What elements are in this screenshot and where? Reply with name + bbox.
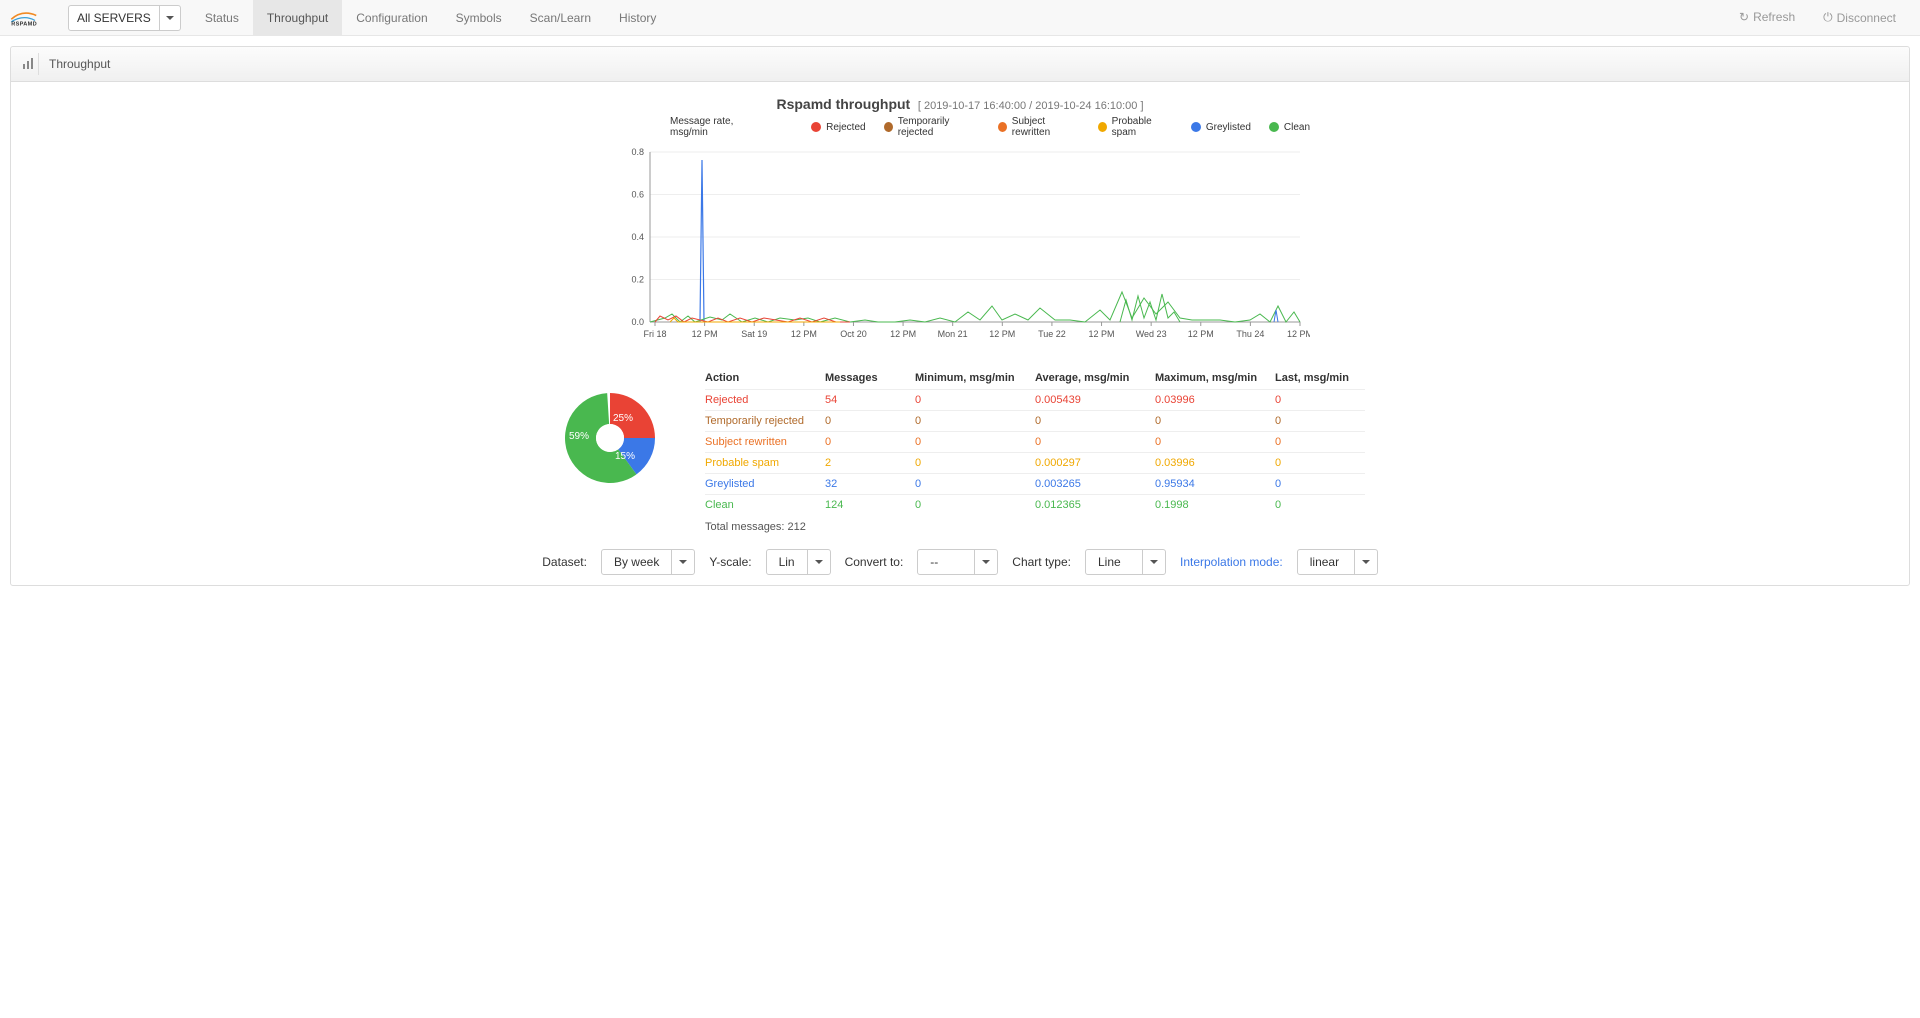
chevron-down-icon xyxy=(982,560,990,564)
table-header: Maximum, msg/min xyxy=(1155,367,1275,390)
refresh-label: Refresh xyxy=(1753,10,1795,24)
svg-text:12 PM: 12 PM xyxy=(1089,329,1115,339)
bar-chart-icon xyxy=(17,53,39,75)
chevron-down-icon xyxy=(1150,560,1158,564)
tab-status[interactable]: Status xyxy=(191,0,253,35)
svg-text:0.8: 0.8 xyxy=(631,147,644,157)
legend-item[interactable]: Greylisted xyxy=(1191,122,1251,133)
charttype-label: Chart type: xyxy=(1012,555,1071,569)
charttype-select[interactable]: Line xyxy=(1085,549,1166,575)
svg-text:0.6: 0.6 xyxy=(631,190,644,200)
chart-time-range: [ 2019-10-17 16:40:00 / 2019-10-24 16:10… xyxy=(918,100,1144,112)
chevron-down-icon xyxy=(815,560,823,564)
svg-text:Fri 18: Fri 18 xyxy=(643,329,666,339)
svg-text:12 PM: 12 PM xyxy=(890,329,916,339)
dataset-select[interactable]: By week xyxy=(601,549,695,575)
legend-item[interactable]: Temporarily rejected xyxy=(884,116,980,138)
throughput-line-chart: 0.0 0.2 0.4 0.6 0.8 Fri 18 12 PM Sat 19 12 PM Oc… xyxy=(610,142,1310,352)
convert-select[interactable]: -- xyxy=(917,549,998,575)
yscale-select[interactable]: Lin xyxy=(766,549,831,575)
pie-chart: 25% 15% 59% xyxy=(555,383,665,493)
yscale-label: Y-scale: xyxy=(709,555,751,569)
convert-label: Convert to: xyxy=(845,555,904,569)
chevron-down-icon xyxy=(166,16,174,20)
legend-dot-icon xyxy=(998,122,1007,132)
disconnect-button[interactable]: Disconnect xyxy=(1809,10,1910,25)
svg-text:12 PM: 12 PM xyxy=(692,329,718,339)
legend-dot-icon xyxy=(811,122,821,132)
svg-text:Sat 19: Sat 19 xyxy=(741,329,767,339)
panel-title: Throughput xyxy=(49,57,110,71)
svg-text:Tue 22: Tue 22 xyxy=(1038,329,1066,339)
app-logo: RSPAMD xyxy=(10,6,60,30)
svg-text:Mon 21: Mon 21 xyxy=(938,329,968,339)
svg-text:12 PM: 12 PM xyxy=(989,329,1015,339)
total-messages: Total messages: 212 xyxy=(705,515,1365,533)
table-row: Clean12400.0123650.19980 xyxy=(705,495,1365,516)
server-selector[interactable]: All SERVERS xyxy=(68,5,181,31)
panel-heading: Throughput xyxy=(11,47,1909,82)
legend-item[interactable]: Clean xyxy=(1269,122,1310,133)
table-row: Rejected5400.0054390.039960 xyxy=(705,390,1365,411)
table-header: Last, msg/min xyxy=(1275,367,1365,390)
pie-slice-label: 59% xyxy=(569,431,589,442)
svg-text:12 PM: 12 PM xyxy=(791,329,817,339)
disconnect-label: Disconnect xyxy=(1837,11,1896,25)
throughput-panel: Throughput Rspamd throughput [ 2019-10-1… xyxy=(10,46,1910,586)
table-row: Temporarily rejected00000 xyxy=(705,411,1365,432)
refresh-button[interactable]: Refresh xyxy=(1725,10,1809,24)
svg-text:Oct 20: Oct 20 xyxy=(840,329,867,339)
svg-text:Wed 23: Wed 23 xyxy=(1136,329,1167,339)
tab-scanlearn[interactable]: Scan/Learn xyxy=(516,0,605,35)
svg-text:0.0: 0.0 xyxy=(631,317,644,327)
legend-dot-icon xyxy=(1191,122,1201,132)
yaxis-label: Message rate, msg/min xyxy=(670,116,765,138)
tab-throughput[interactable]: Throughput xyxy=(253,0,342,35)
interpolation-label: Interpolation mode: xyxy=(1180,555,1283,569)
legend-item[interactable]: Subject rewritten xyxy=(998,116,1080,138)
svg-text:0.2: 0.2 xyxy=(631,275,644,285)
table-header: Messages xyxy=(825,367,915,390)
legend-item[interactable]: Probable spam xyxy=(1098,116,1173,138)
pie-slice-label: 25% xyxy=(613,413,633,424)
tab-symbols[interactable]: Symbols xyxy=(442,0,516,35)
power-icon xyxy=(1823,10,1833,25)
chart-controls: Dataset: By week Y-scale: Lin Convert to… xyxy=(542,549,1377,575)
server-selector-label: All SERVERS xyxy=(69,11,159,25)
svg-text:12 PM: 12 PM xyxy=(1287,329,1310,339)
svg-text:RSPAMD: RSPAMD xyxy=(11,21,37,27)
tab-history[interactable]: History xyxy=(605,0,670,35)
main-tabs: Status Throughput Configuration Symbols … xyxy=(191,0,671,35)
table-header: Minimum, msg/min xyxy=(915,367,1035,390)
tab-configuration[interactable]: Configuration xyxy=(342,0,441,35)
svg-text:0.4: 0.4 xyxy=(631,232,644,242)
nav-right: Refresh Disconnect xyxy=(1725,10,1910,25)
table-row: Greylisted3200.0032650.959340 xyxy=(705,474,1365,495)
svg-text:12 PM: 12 PM xyxy=(1188,329,1214,339)
legend-dot-icon xyxy=(1098,122,1107,132)
svg-text:Thu 24: Thu 24 xyxy=(1236,329,1264,339)
table-header: Action xyxy=(705,367,825,390)
table-row: Probable spam200.0002970.039960 xyxy=(705,453,1365,474)
table-row: Subject rewritten00000 xyxy=(705,432,1365,453)
server-selector-caret[interactable] xyxy=(159,6,180,30)
legend-dot-icon xyxy=(1269,122,1279,132)
chevron-down-icon xyxy=(679,560,687,564)
chart-title-row: Rspamd throughput [ 2019-10-17 16:40:00 … xyxy=(776,96,1143,112)
chart-legend: Message rate, msg/min Rejected Temporaril… xyxy=(670,116,1310,138)
legend-dot-icon xyxy=(884,122,893,132)
pie-slice-label: 15% xyxy=(615,451,635,462)
table-header: Average, msg/min xyxy=(1035,367,1155,390)
interpolation-select[interactable]: linear xyxy=(1297,549,1378,575)
legend-item[interactable]: Rejected xyxy=(811,122,865,133)
top-navbar: RSPAMD All SERVERS Status Throughput Con… xyxy=(0,0,1920,36)
chevron-down-icon xyxy=(1362,560,1370,564)
refresh-icon xyxy=(1739,10,1749,24)
chart-title: Rspamd throughput xyxy=(776,96,910,112)
stats-table: ActionMessagesMinimum, msg/minAverage, m… xyxy=(705,367,1365,515)
dataset-label: Dataset: xyxy=(542,555,587,569)
